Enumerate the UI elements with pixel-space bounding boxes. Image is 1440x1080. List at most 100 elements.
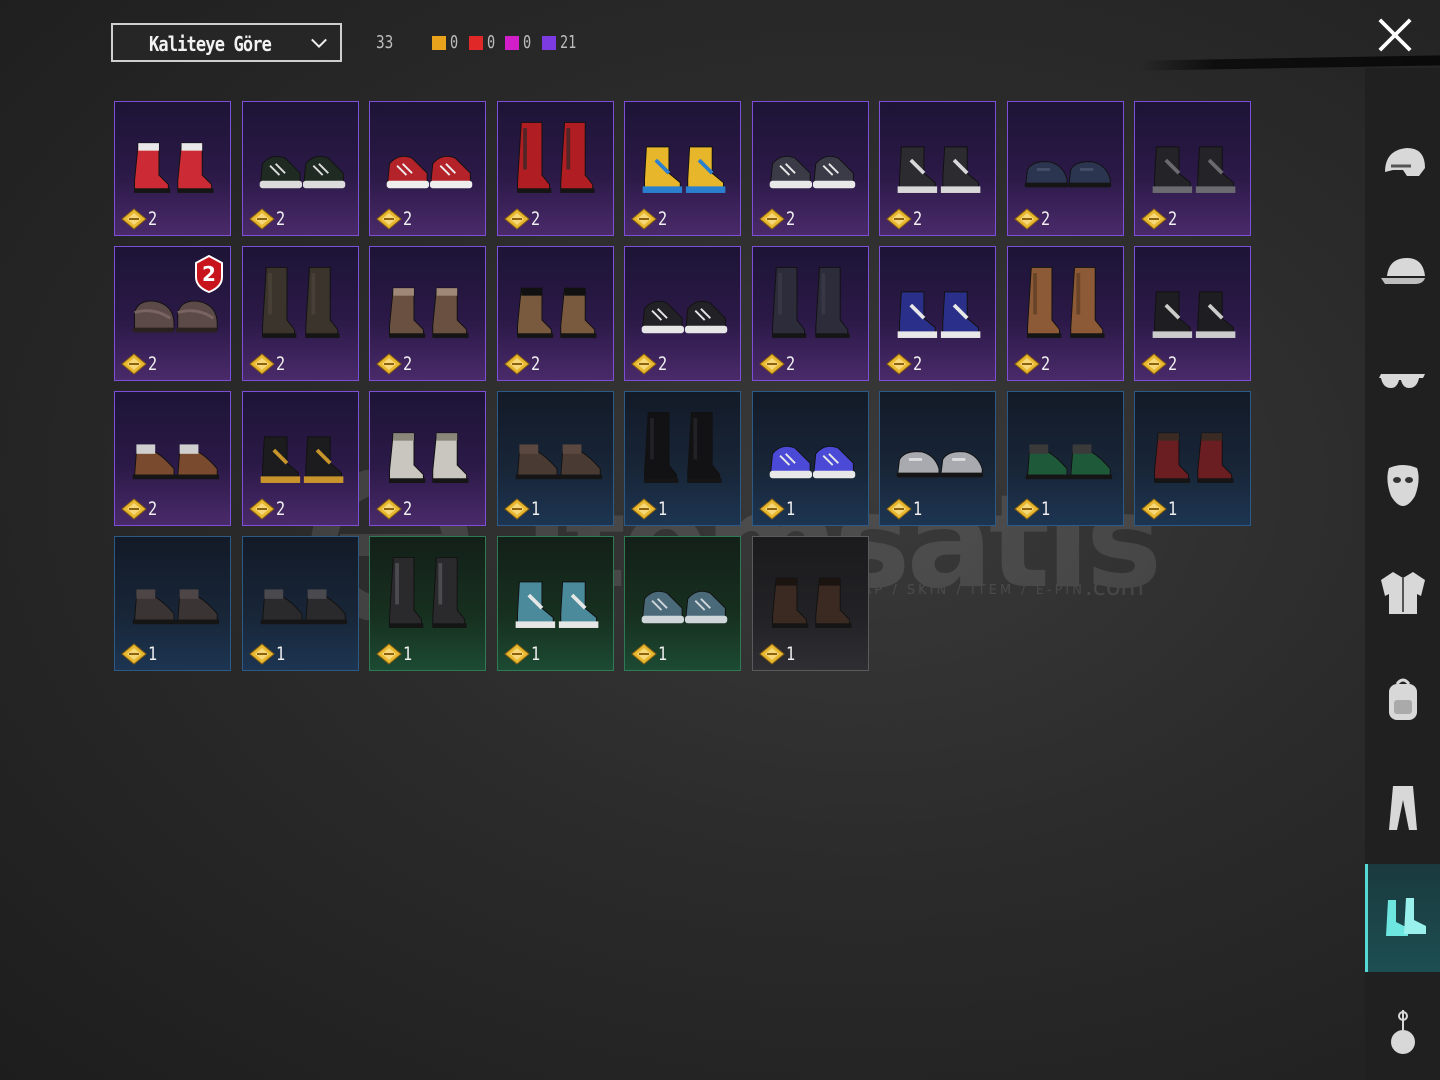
item-tile[interactable]: 1 bbox=[1134, 391, 1251, 526]
pants-icon bbox=[1388, 786, 1417, 830]
item-tile[interactable]: 1 bbox=[624, 536, 741, 671]
item-tile[interactable]: 2 bbox=[1007, 246, 1124, 381]
item-quantity: 2 bbox=[249, 353, 287, 375]
shoes-image bbox=[896, 451, 984, 478]
shoes-image bbox=[641, 590, 728, 624]
item-tile[interactable]: 1 bbox=[624, 391, 741, 526]
item-tile[interactable]: 2 bbox=[114, 391, 231, 526]
category-mask[interactable] bbox=[1365, 450, 1440, 522]
quantity-value: 2 bbox=[1168, 208, 1178, 230]
quantity-value: 2 bbox=[148, 498, 158, 520]
quantity-diamond-icon bbox=[376, 498, 402, 520]
quantity-value: 2 bbox=[276, 498, 286, 520]
item-tile[interactable]: 2 bbox=[624, 101, 741, 236]
quantity-diamond-icon bbox=[759, 208, 785, 230]
quantity-value: 2 bbox=[1041, 208, 1051, 230]
shoes-image bbox=[389, 287, 469, 338]
category-glasses[interactable] bbox=[1365, 342, 1440, 414]
category-sidebar bbox=[1365, 68, 1440, 1080]
item-tile[interactable]: 1 bbox=[752, 391, 869, 526]
cap-icon bbox=[1380, 258, 1425, 284]
quantity-diamond-icon bbox=[504, 643, 530, 665]
item-tile[interactable]: 2 bbox=[752, 246, 869, 381]
item-quantity: 2 bbox=[121, 208, 159, 230]
quantity-diamond-icon bbox=[121, 208, 147, 230]
quantity-diamond-icon bbox=[121, 643, 147, 665]
item-tile[interactable]: 2 bbox=[369, 246, 486, 381]
shoes-image bbox=[1152, 291, 1236, 338]
item-tile[interactable]: 1 bbox=[497, 536, 614, 671]
shoes-image bbox=[772, 266, 850, 338]
shoes-image bbox=[1024, 161, 1112, 188]
item-tile[interactable]: 1 bbox=[752, 536, 869, 671]
quantity-value: 1 bbox=[658, 498, 668, 520]
item-quantity: 2 bbox=[249, 208, 287, 230]
item-tile[interactable]: 2 bbox=[369, 391, 486, 526]
item-tile[interactable]: 1 bbox=[114, 536, 231, 671]
shoes-image bbox=[1152, 146, 1236, 193]
item-quantity: 2 bbox=[886, 208, 924, 230]
watermark-suffix: .com bbox=[1085, 573, 1144, 601]
item-tile[interactable]: 2 2 bbox=[114, 246, 231, 381]
sort-dropdown[interactable]: Kaliteye Göre bbox=[111, 23, 342, 62]
quantity-value: 1 bbox=[403, 643, 413, 665]
item-tile[interactable]: 1 bbox=[879, 391, 996, 526]
item-tile[interactable]: 2 bbox=[879, 246, 996, 381]
shoes-image bbox=[1025, 444, 1113, 480]
item-quantity: 2 bbox=[376, 353, 414, 375]
category-helmet[interactable] bbox=[1365, 128, 1440, 200]
quantity-diamond-icon bbox=[1014, 498, 1040, 520]
rarity-counts: 33 0 0 0 21 bbox=[376, 32, 590, 53]
item-quantity: 2 bbox=[121, 353, 159, 375]
item-tile[interactable]: 2 bbox=[1134, 246, 1251, 381]
category-pendant[interactable] bbox=[1365, 996, 1440, 1068]
item-tile[interactable]: 2 bbox=[1134, 101, 1251, 236]
quantity-diamond-icon bbox=[631, 208, 657, 230]
quantity-value: 2 bbox=[148, 353, 158, 375]
item-tile[interactable]: 2 bbox=[497, 101, 614, 236]
close-icon[interactable] bbox=[1376, 16, 1414, 54]
item-quantity: 2 bbox=[504, 353, 542, 375]
item-quantity: 1 bbox=[376, 643, 414, 665]
item-quantity: 2 bbox=[1014, 353, 1052, 375]
item-quantity: 2 bbox=[631, 208, 669, 230]
category-jacket[interactable] bbox=[1365, 556, 1440, 628]
item-quantity: 2 bbox=[886, 353, 924, 375]
item-tile[interactable]: 2 bbox=[752, 101, 869, 236]
sort-label: Kaliteye Göre bbox=[149, 32, 272, 56]
quantity-diamond-icon bbox=[376, 643, 402, 665]
mask-icon bbox=[1386, 465, 1419, 506]
total-count: 33 bbox=[376, 32, 394, 53]
item-tile[interactable]: 2 bbox=[242, 101, 359, 236]
item-tile[interactable]: 2 bbox=[242, 391, 359, 526]
shoes-image bbox=[386, 155, 473, 189]
quantity-value: 2 bbox=[403, 498, 413, 520]
item-tile[interactable]: 2 bbox=[369, 101, 486, 236]
quantity-value: 2 bbox=[786, 353, 796, 375]
swatch-pink bbox=[505, 35, 520, 50]
item-tile[interactable]: 2 bbox=[114, 101, 231, 236]
shoes-image bbox=[642, 146, 726, 193]
item-quantity: 1 bbox=[121, 643, 159, 665]
quantity-diamond-icon bbox=[759, 353, 785, 375]
category-shoes[interactable] bbox=[1365, 864, 1440, 972]
item-tile[interactable]: 1 bbox=[1007, 391, 1124, 526]
item-tile[interactable]: 2 bbox=[497, 246, 614, 381]
item-tile[interactable]: 2 bbox=[624, 246, 741, 381]
quantity-value: 1 bbox=[786, 498, 796, 520]
shoes-image bbox=[1027, 266, 1105, 338]
quantity-diamond-icon bbox=[886, 498, 912, 520]
item-tile[interactable]: 2 bbox=[242, 246, 359, 381]
glasses-icon bbox=[1378, 374, 1425, 388]
category-backpack[interactable] bbox=[1365, 664, 1440, 736]
shoes-image bbox=[260, 436, 344, 483]
shoes-image bbox=[769, 445, 856, 479]
quantity-diamond-icon bbox=[249, 498, 275, 520]
category-pants[interactable] bbox=[1365, 772, 1440, 844]
item-tile[interactable]: 1 bbox=[497, 391, 614, 526]
item-tile[interactable]: 1 bbox=[242, 536, 359, 671]
item-tile[interactable]: 2 bbox=[1007, 101, 1124, 236]
item-tile[interactable]: 2 bbox=[879, 101, 996, 236]
category-cap[interactable] bbox=[1365, 234, 1440, 306]
item-tile[interactable]: 1 bbox=[369, 536, 486, 671]
